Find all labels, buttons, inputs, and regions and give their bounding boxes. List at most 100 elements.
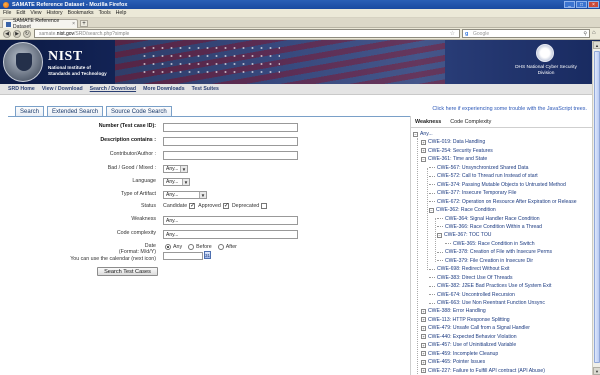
maximize-icon[interactable]: □ xyxy=(576,1,587,8)
date-input[interactable] xyxy=(163,252,203,260)
tree-node[interactable]: + CWE-254: Security Features xyxy=(421,147,493,155)
url-bar[interactable]: samate. nist.gov/SRD/search.php?simple ☆ xyxy=(34,29,460,38)
tree-node[interactable]: CWE-366: Race Condition Within a Thread xyxy=(437,223,542,231)
contributor-input[interactable] xyxy=(163,151,298,160)
tree-node[interactable]: CWE-377: Insecure Temporary File xyxy=(429,189,516,197)
tree-node[interactable]: CWE-567: Unsynchronized Shared Data xyxy=(429,164,528,172)
expand-icon[interactable]: + xyxy=(421,342,426,348)
tree-node[interactable]: − CWE-362: Race Condition xyxy=(429,206,496,214)
complexity-input[interactable]: Any... xyxy=(163,230,298,239)
tree-tab-code-complexity[interactable]: Code Complexity xyxy=(450,119,491,125)
tab-source-code-search[interactable]: Source Code Search xyxy=(106,106,172,116)
status-deprecated-checkbox[interactable] xyxy=(261,203,268,209)
tree-node[interactable]: CWE-672: Operation on Resource After Exp… xyxy=(429,198,577,206)
tree-node[interactable]: CWE-364: Signal Handler Race Condition xyxy=(437,215,540,223)
menu-file[interactable]: File xyxy=(3,10,11,16)
expand-icon[interactable]: + xyxy=(421,351,426,357)
status-approved-checkbox[interactable] xyxy=(222,202,229,209)
expand-icon[interactable]: + xyxy=(421,308,426,314)
tree-node[interactable]: + CWE-457: Use of Uninitialized Variable xyxy=(421,341,516,349)
back-icon[interactable]: ◀ xyxy=(3,29,11,38)
tree-node[interactable]: CWE-383: Direct Use Of Threads xyxy=(429,274,513,282)
expand-icon[interactable]: + xyxy=(421,139,426,145)
tree-node[interactable]: + CWE-479: Unsafe Call from a Signal Hand… xyxy=(421,324,530,332)
forward-icon[interactable]: ▶ xyxy=(13,29,21,38)
weakness-input[interactable]: Any... xyxy=(163,216,298,225)
scroll-down-icon[interactable]: ▼ xyxy=(593,367,600,375)
tree-node[interactable]: + CWE-459: Incomplete Cleanup xyxy=(421,350,498,358)
new-tab-button[interactable]: + xyxy=(80,20,88,27)
tree-node[interactable]: CWE-374: Passing Mutable Objects to Untr… xyxy=(429,181,566,189)
tree-node[interactable]: − CWE-361: Time and State xyxy=(421,155,487,163)
menu-view[interactable]: View xyxy=(30,10,41,16)
tree-node[interactable]: CWE-382: J2EE Bad Practices Use of Syste… xyxy=(429,282,551,290)
expand-icon[interactable]: + xyxy=(421,317,426,323)
expand-icon[interactable]: + xyxy=(421,368,426,374)
date-any-radio[interactable] xyxy=(165,244,171,250)
contributor-label: Contributor/Author : xyxy=(109,151,156,157)
expand-icon[interactable]: + xyxy=(421,148,426,154)
tree-node[interactable]: CWE-365: Race Condition in Switch xyxy=(445,240,535,248)
tree-node[interactable]: + CWE-388: Error Handling xyxy=(421,307,486,315)
status-candidate-checkbox[interactable] xyxy=(189,202,195,209)
bookmark-star-icon[interactable]: ☆ xyxy=(450,30,455,37)
javascript-trees-help-link[interactable]: Click here if experiencing some trouble … xyxy=(417,106,587,112)
search-test-cases-button[interactable]: Search Test Cases xyxy=(97,267,158,276)
nav-view-download[interactable]: View / Download xyxy=(42,86,83,92)
tree-node[interactable]: CWE-378: Creation of File with Insecure … xyxy=(437,248,552,256)
description-input[interactable] xyxy=(163,137,298,146)
tree-node[interactable]: CWE-379: File Creation in Insecure Dir xyxy=(437,257,533,265)
menu-help[interactable]: Help xyxy=(116,10,127,16)
date-after-radio[interactable] xyxy=(217,244,224,250)
tree-node[interactable]: + CWE-465: Pointer Issues xyxy=(421,358,485,366)
tree-node[interactable]: CWE-674: Uncontrolled Recursion xyxy=(429,291,515,299)
bgm-select[interactable]: Any... ▼ xyxy=(163,165,188,173)
language-select[interactable]: Any... ▼ xyxy=(163,178,190,186)
tab-search[interactable]: Search xyxy=(15,106,45,116)
tree-connector xyxy=(429,201,435,203)
artifact-select[interactable]: Any... ▼ xyxy=(163,191,207,199)
collapse-icon[interactable]: − xyxy=(429,207,434,213)
tree-node[interactable]: CWE-572: Call to Thread run Instead of s… xyxy=(429,172,538,180)
collapse-icon[interactable]: − xyxy=(421,156,426,162)
browser-search-placeholder: Google xyxy=(473,30,490,37)
expand-icon[interactable]: + xyxy=(421,325,426,331)
tree-node[interactable]: + CWE-440: Expected Behavior Violation xyxy=(421,333,517,341)
minimize-icon[interactable]: _ xyxy=(564,1,575,8)
tab-close-icon[interactable]: × xyxy=(72,21,75,27)
expand-icon[interactable]: + xyxy=(421,359,426,365)
tree-node[interactable]: CWE-663: Use Non Reentrant Function Unsy… xyxy=(429,299,545,307)
nav-test-suites[interactable]: Test Suites xyxy=(192,86,219,92)
date-before-radio[interactable] xyxy=(188,244,195,250)
nav-srd-home[interactable]: SRD Home xyxy=(8,86,35,92)
nav-search-download[interactable]: Search / Download xyxy=(90,86,136,92)
tree-guide-line xyxy=(427,168,428,270)
calendar-icon[interactable]: 31 xyxy=(204,251,211,259)
nav-more-downloads[interactable]: More Downloads xyxy=(143,86,185,92)
browser-tab[interactable]: SAMATE Reference Dataset × xyxy=(2,18,78,30)
collapse-icon[interactable]: − xyxy=(437,232,442,238)
tab-extended-search[interactable]: Extended Search xyxy=(47,106,104,116)
menu-bookmarks[interactable]: Bookmarks xyxy=(68,10,94,16)
home-icon[interactable]: ⌂ xyxy=(592,30,596,36)
tree-tab-weakness[interactable]: Weakness xyxy=(415,119,441,125)
menu-history[interactable]: History xyxy=(46,10,62,16)
browser-search-input[interactable]: g Google ⚲ xyxy=(462,29,590,38)
collapse-icon[interactable]: − xyxy=(413,131,418,137)
close-icon[interactable]: × xyxy=(588,1,599,8)
tree-node[interactable]: + CWE-113: HTTP Response Splitting xyxy=(421,316,510,324)
page-scrollbar[interactable]: ▲ ▼ xyxy=(592,41,600,375)
menu-tools[interactable]: Tools xyxy=(99,10,111,16)
tree-root[interactable]: − Any... xyxy=(413,130,433,138)
number-input[interactable] xyxy=(163,123,298,132)
tree-node[interactable]: − CWE-367: TOC TOU xyxy=(437,231,491,239)
tree-node[interactable]: + CWE-019: Data Handling xyxy=(421,138,485,146)
menu-edit[interactable]: Edit xyxy=(16,10,25,16)
expand-icon[interactable]: + xyxy=(421,334,426,340)
scroll-up-icon[interactable]: ▲ xyxy=(593,41,600,49)
tree-node[interactable]: + CWE-227: Failure to Fulfill API contrac… xyxy=(421,367,545,375)
scrollbar-thumb[interactable] xyxy=(594,51,600,363)
search-icon[interactable]: ⚲ xyxy=(583,31,587,37)
reload-icon[interactable]: ↻ xyxy=(23,29,31,38)
tree-node[interactable]: CWE-698: Redirect Without Exit xyxy=(429,265,509,273)
